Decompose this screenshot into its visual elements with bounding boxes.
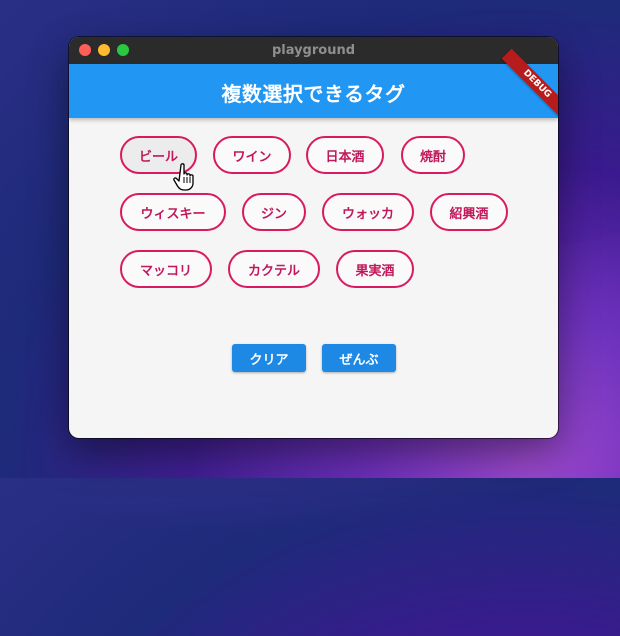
tag-chip-vodka[interactable]: ウォッカ (322, 193, 414, 231)
tag-chip-fruit-wine[interactable]: 果実酒 (336, 250, 414, 288)
tag-chip-shaoxing[interactable]: 紹興酒 (430, 193, 508, 231)
tag-chip-makgeolli[interactable]: マッコリ (120, 250, 212, 288)
tag-chip-sake[interactable]: 日本酒 (306, 136, 384, 174)
page-title: 複数選択できるタグ (221, 82, 406, 106)
hand-pointer-icon (173, 163, 194, 191)
tag-chip-whiskey[interactable]: ウィスキー (120, 193, 226, 231)
tag-chip-gin[interactable]: ジン (242, 193, 306, 231)
window-title: playground (271, 43, 356, 58)
app-window: playground 複数選択できるタグ DEBUG ビール ワイン 日本酒 焼… (69, 37, 558, 438)
tag-chip-cocktail[interactable]: カクテル (228, 250, 320, 288)
select-all-button[interactable]: ぜんぶ (322, 344, 396, 372)
clear-button[interactable]: クリア (232, 344, 306, 372)
tag-chip-shochu[interactable]: 焼酎 (401, 136, 465, 174)
tag-chip-wine[interactable]: ワイン (213, 136, 291, 174)
app-bar: 複数選択できるタグ DEBUG (69, 48, 558, 120)
window-titlebar: playground (69, 37, 558, 64)
